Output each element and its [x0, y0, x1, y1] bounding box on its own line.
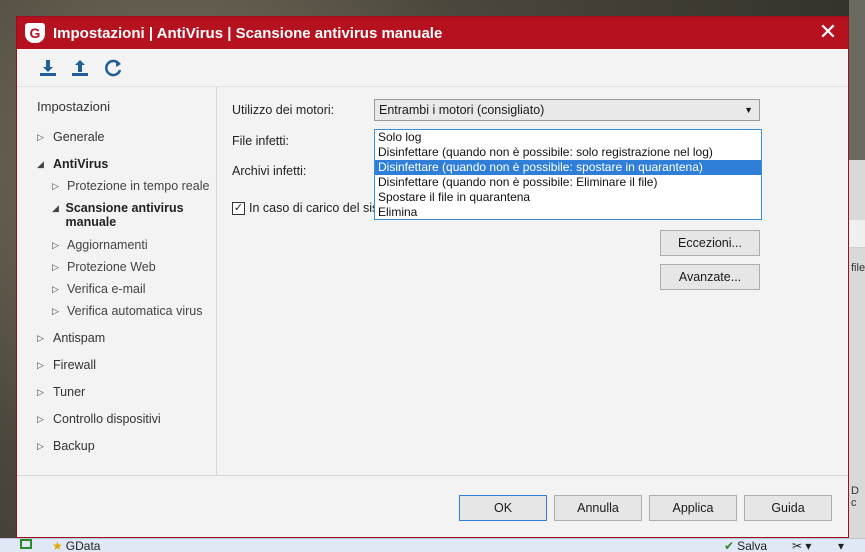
cancel-button[interactable]: Annulla	[554, 495, 642, 521]
sidebar-item-label: Backup	[53, 439, 95, 453]
collapsed-arrow-icon: ▷	[52, 181, 59, 191]
settings-content: Utilizzo dei motori: Entrambi i motori (…	[217, 87, 850, 475]
collapsed-arrow-icon: ▷	[37, 413, 44, 424]
sidebar-item-tuner[interactable]: ▷ Tuner	[37, 385, 85, 399]
background-tab-strip	[849, 220, 865, 248]
import-icon[interactable]	[35, 55, 61, 81]
expanded-arrow-icon: ◢	[52, 203, 59, 213]
system-load-option: ✓ In caso di carico del siste	[232, 201, 389, 215]
sidebar-item-label: Tuner	[53, 385, 86, 399]
dropdown-option-selected[interactable]: Disinfettare (quando non è possibile: sp…	[375, 160, 761, 175]
exceptions-button[interactable]: Eccezioni...	[660, 230, 760, 256]
collapsed-arrow-icon: ▷	[52, 306, 59, 316]
sidebar-subitem-scansione-manuale[interactable]: ◢ Scansione antivirus manuale	[52, 201, 212, 229]
background-window-edge: file D c	[849, 0, 865, 552]
sidebar-subitem-label: Protezione in tempo reale	[67, 179, 210, 193]
tools-icon[interactable]: ✂ ▾	[792, 539, 811, 552]
collapsed-arrow-icon: ▷	[37, 332, 44, 343]
chevron-down-icon: ▼	[744, 105, 753, 115]
taskbar-app-icon[interactable]	[20, 539, 32, 549]
dropdown-option[interactable]: Disinfettare (quando non è possibile: so…	[375, 145, 761, 160]
title-bar: G Impostazioni | AntiVirus | Scansione a…	[17, 17, 848, 49]
collapsed-arrow-icon: ▷	[37, 131, 44, 142]
dropdown-option[interactable]: Disinfettare (quando non è possibile: El…	[375, 175, 761, 190]
restore-defaults-icon[interactable]	[101, 55, 127, 81]
gdata-logo-icon: G	[25, 23, 45, 43]
close-button[interactable]: ✕	[816, 21, 840, 45]
sidebar-header: Impostazioni	[37, 99, 110, 114]
infected-archives-label: Archivi infetti:	[232, 164, 307, 178]
sidebar-item-backup[interactable]: ▷ Backup	[37, 439, 95, 453]
sidebar-item-controllo-dispositivi[interactable]: ▷ Controllo dispositivi	[37, 412, 161, 426]
system-load-label: In caso di carico del siste	[249, 201, 389, 215]
dropdown-option[interactable]: Solo log	[375, 130, 761, 145]
help-button[interactable]: Guida	[744, 495, 832, 521]
sidebar-item-firewall[interactable]: ▷ Firewall	[37, 358, 96, 372]
collapsed-arrow-icon: ▷	[52, 262, 59, 272]
sidebar-subitem-aggiornamenti[interactable]: ▷ Aggiornamenti	[52, 238, 212, 252]
apply-button[interactable]: Applica	[649, 495, 737, 521]
dropdown-option[interactable]: Spostare il file in quarantena	[375, 190, 761, 205]
sidebar-item-generale[interactable]: ▷ Generale	[37, 130, 104, 144]
sidebar-subitem-label: Protezione Web	[67, 260, 156, 274]
star-icon: ★	[52, 539, 63, 552]
sidebar-subitem-label: Verifica automatica virus	[67, 304, 203, 318]
collapsed-arrow-icon: ▷	[37, 386, 44, 397]
dropdown-option[interactable]: Elimina	[375, 205, 761, 220]
collapsed-arrow-icon: ▷	[52, 284, 59, 294]
taskbar: ★ GData ✔ Salva ✂ ▾ ▾	[0, 538, 865, 552]
sidebar-item-label: Antispam	[53, 331, 106, 345]
background-text: file	[851, 262, 865, 274]
sidebar-subitem-label: Verifica e-mail	[67, 282, 146, 296]
infected-files-label: File infetti:	[232, 134, 289, 148]
collapsed-arrow-icon: ▷	[52, 240, 59, 250]
taskbar-app-label: GData	[65, 539, 101, 552]
infected-files-dropdown-list: Solo log Disinfettare (quando non è poss…	[374, 129, 762, 220]
window-title: Impostazioni | AntiVirus | Scansione ant…	[53, 24, 443, 42]
settings-sidebar: Impostazioni ▷ Generale ◢ AntiVirus ▷ Pr…	[17, 87, 217, 475]
sidebar-subitem-verifica-automatica[interactable]: ▷ Verifica automatica virus	[52, 304, 212, 318]
sidebar-subitem-protezione-tempo-reale[interactable]: ▷ Protezione in tempo reale	[52, 179, 212, 193]
expanded-arrow-icon: ◢	[37, 158, 44, 169]
sidebar-subitem-label: Aggiornamenti	[67, 238, 148, 252]
collapsed-arrow-icon: ▷	[37, 359, 44, 370]
engines-select[interactable]: Entrambi i motori (consigliato) ▼	[374, 99, 760, 121]
export-icon[interactable]	[67, 55, 93, 81]
engines-select-value: Entrambi i motori (consigliato)	[379, 103, 545, 117]
sidebar-item-label: Controllo dispositivi	[53, 412, 161, 426]
save-icon: ✔	[724, 539, 735, 552]
ok-button[interactable]: OK	[459, 495, 547, 521]
taskbar-save-label: Salva	[737, 539, 768, 552]
engines-label: Utilizzo dei motori:	[232, 103, 335, 117]
sidebar-item-label: AntiVirus	[53, 157, 109, 171]
sidebar-item-antispam[interactable]: ▷ Antispam	[37, 331, 105, 345]
settings-window: G Impostazioni | AntiVirus | Scansione a…	[16, 16, 849, 538]
collapsed-arrow-icon: ▷	[37, 440, 44, 451]
sidebar-item-label: Generale	[53, 130, 105, 144]
taskbar-gdata-item[interactable]: ★ GData	[52, 539, 100, 552]
toolbar	[17, 49, 848, 87]
sidebar-item-antivirus[interactable]: ◢ AntiVirus	[37, 157, 108, 171]
sidebar-subitem-label: Scansione antivirus manuale	[65, 201, 184, 229]
taskbar-save-item[interactable]: ✔ Salva	[724, 539, 767, 552]
sidebar-subitem-protezione-web[interactable]: ▷ Protezione Web	[52, 260, 212, 274]
menu-icon[interactable]: ▾	[838, 539, 844, 552]
dialog-footer: OK Annulla Applica Guida	[17, 475, 848, 539]
advanced-button[interactable]: Avanzate...	[660, 264, 760, 290]
background-image-strip	[849, 0, 865, 160]
sidebar-subitem-verifica-email[interactable]: ▷ Verifica e-mail	[52, 282, 212, 296]
background-text: D c	[851, 485, 859, 509]
system-load-checkbox[interactable]: ✓	[232, 201, 245, 215]
sidebar-item-label: Firewall	[53, 358, 97, 372]
